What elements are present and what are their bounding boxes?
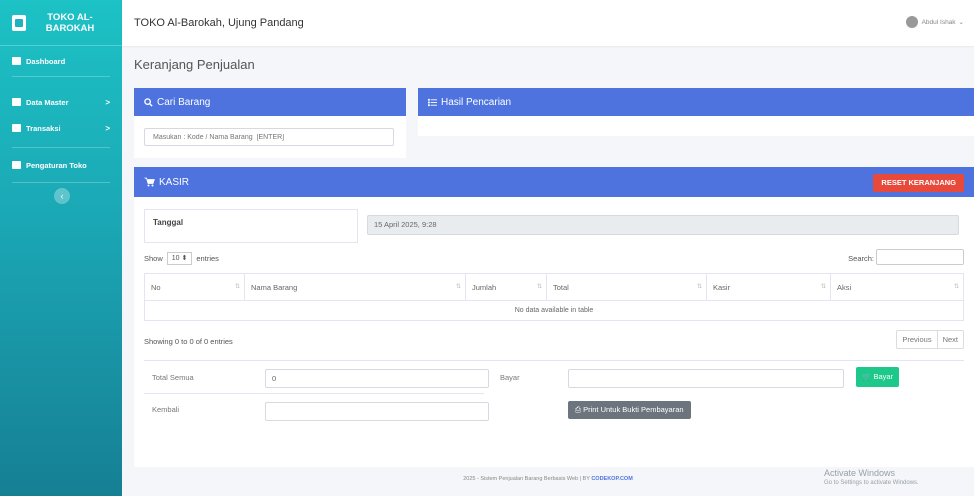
chevron-down-icon: ⌄: [958, 19, 964, 26]
divider: [12, 147, 110, 148]
print-button-label: Print Untuk Bukti Pembayaran: [583, 405, 684, 414]
user-menu[interactable]: Abdul Ishak ⌄: [905, 16, 964, 28]
previous-page-button[interactable]: Previous: [897, 331, 936, 348]
column-label: Jumlah: [472, 282, 497, 292]
sort-icon: ⇅: [455, 283, 461, 290]
date-field: 15 April 2025, 9:28: [367, 215, 959, 235]
column-header-aksi[interactable]: Aksi ⇅: [830, 273, 964, 301]
sidebar-item-transaksi[interactable]: Transaksi >: [0, 117, 122, 139]
desktop-icon: [12, 124, 21, 132]
entries-select-value: 10: [171, 255, 180, 262]
sidebar-item-label: Pengaturan Toko: [26, 160, 87, 170]
bayar-input[interactable]: [568, 369, 844, 388]
total-field: 0: [265, 369, 489, 388]
user-name: Abdul Ishak: [921, 18, 956, 26]
sort-icon: ⇅: [696, 283, 702, 290]
brand-name: TOKO AL-BAROKAH: [45, 11, 95, 34]
cart-icon: 🛒: [862, 372, 872, 381]
results-card: Hasil Pencarian: [418, 88, 974, 136]
topbar: TOKO Al-Barokah, Ujung Pandang Abdul Ish…: [122, 0, 974, 46]
chevron-updown-icon: ⬍: [181, 255, 188, 262]
sidebar: TOKO AL-BAROKAH Dashboard Data Master > …: [0, 0, 122, 496]
page-title: Keranjang Penjualan: [134, 57, 255, 72]
reset-cart-button[interactable]: RESET KERANJANG: [873, 174, 964, 192]
column-header-jumlah[interactable]: Jumlah ⇅: [465, 273, 547, 301]
empty-table-message: No data available in table: [144, 300, 964, 321]
cashier-card: KASIR RESET KERANJANG Tanggal 15 April 2…: [134, 167, 974, 467]
pay-button-label: Bayar: [873, 372, 894, 381]
entries-length-control: Show 10 ⬍ entries: [144, 252, 219, 265]
sidebar-toggle-button[interactable]: ‹: [54, 188, 70, 204]
table-search-label: Search:: [848, 254, 874, 263]
table-info: Showing 0 to 0 of 0 entries: [144, 337, 233, 346]
column-header-kasir[interactable]: Kasir ⇅: [706, 273, 831, 301]
sort-icon: ⇅: [234, 283, 240, 290]
search-card: Cari Barang: [134, 88, 406, 158]
database-icon: [12, 98, 21, 106]
chevron-right-icon: >: [105, 97, 110, 107]
watermark-title: Activate Windows: [824, 468, 896, 478]
sidebar-item-label: Transaksi: [26, 123, 61, 133]
table-row: No data available in table: [144, 300, 964, 321]
show-label: Show: [144, 254, 163, 263]
print-receipt-button[interactable]: ⎙ Print Untuk Bukti Pembayaran: [568, 401, 691, 419]
sidebar-item-label: Dashboard: [26, 56, 66, 66]
sort-icon: ⇅: [953, 283, 959, 290]
table-header-row: No ⇅ Nama Barang ⇅ Jumlah ⇅ Total ⇅ Kasir ⇅ A…: [144, 273, 964, 301]
brand[interactable]: TOKO AL-BAROKAH: [0, 0, 122, 46]
dashboard-icon: [12, 57, 21, 65]
payment-section: Total Semua 0 Bayar 🛒 Bayar Kembali ⎙ Pr…: [144, 360, 964, 421]
next-page-button[interactable]: Next: [936, 331, 963, 348]
divider: [144, 393, 484, 394]
chevron-right-icon: >: [105, 123, 110, 133]
pagination: Previous Next: [896, 330, 964, 349]
search-input[interactable]: [144, 128, 394, 146]
bayar-label: Bayar: [500, 373, 520, 382]
column-label: Aksi: [837, 282, 852, 292]
cashier-card-title: KASIR: [159, 176, 190, 188]
sort-icon: ⇅: [536, 283, 542, 290]
cart-table: No ⇅ Nama Barang ⇅ Jumlah ⇅ Total ⇅ Kasir ⇅ A…: [144, 273, 964, 321]
sidebar-item-data-master[interactable]: Data Master >: [0, 91, 122, 113]
kembali-field: [265, 402, 489, 421]
activate-windows-watermark: Activate Windows Go to Settings to activ…: [824, 468, 919, 486]
sidebar-item-pengaturan-toko[interactable]: Pengaturan Toko: [0, 154, 122, 176]
kembali-label: Kembali: [152, 405, 180, 414]
footer-brand-link[interactable]: CODEKOP.COM: [591, 476, 632, 482]
table-search-input[interactable]: [876, 249, 964, 265]
search-card-title: Cari Barang: [157, 96, 211, 108]
cart-icon: [144, 177, 155, 187]
watermark-subtitle: Go to Settings to activate Windows.: [824, 480, 919, 486]
date-label: Tanggal: [144, 209, 358, 243]
cogs-icon: [12, 161, 21, 169]
sidebar-item-dashboard[interactable]: Dashboard: [0, 50, 122, 72]
sort-icon: ⇅: [820, 283, 826, 290]
pay-button[interactable]: 🛒 Bayar: [856, 367, 900, 387]
total-label: Total Semua: [152, 373, 194, 382]
divider: [12, 182, 110, 183]
entries-label: entries: [196, 254, 219, 263]
column-label: Kasir: [713, 282, 731, 292]
column-header-nama-barang[interactable]: Nama Barang ⇅: [244, 273, 466, 301]
column-label: No: [151, 282, 161, 292]
list-icon: [428, 98, 437, 106]
column-header-total[interactable]: Total ⇅: [546, 273, 707, 301]
results-card-title: Hasil Pencarian: [441, 96, 512, 108]
store-logo-icon: [12, 14, 26, 31]
column-label: Nama Barang: [251, 282, 298, 292]
footer-text: 2025 - Sistem Penjualan Barang Berbasis …: [463, 476, 590, 482]
search-icon: [144, 97, 153, 107]
print-icon: ⎙: [575, 405, 581, 414]
entries-select[interactable]: 10 ⬍: [166, 252, 193, 265]
store-title: TOKO Al-Barokah, Ujung Pandang: [134, 17, 304, 29]
column-header-no[interactable]: No ⇅: [144, 273, 245, 301]
search-card-header: Cari Barang: [134, 88, 406, 116]
divider: [12, 76, 110, 77]
avatar: [905, 16, 918, 28]
cashier-card-header: KASIR: [134, 167, 974, 197]
results-card-header: Hasil Pencarian: [418, 88, 974, 116]
column-label: Total: [553, 282, 569, 292]
sidebar-item-label: Data Master: [26, 97, 69, 107]
